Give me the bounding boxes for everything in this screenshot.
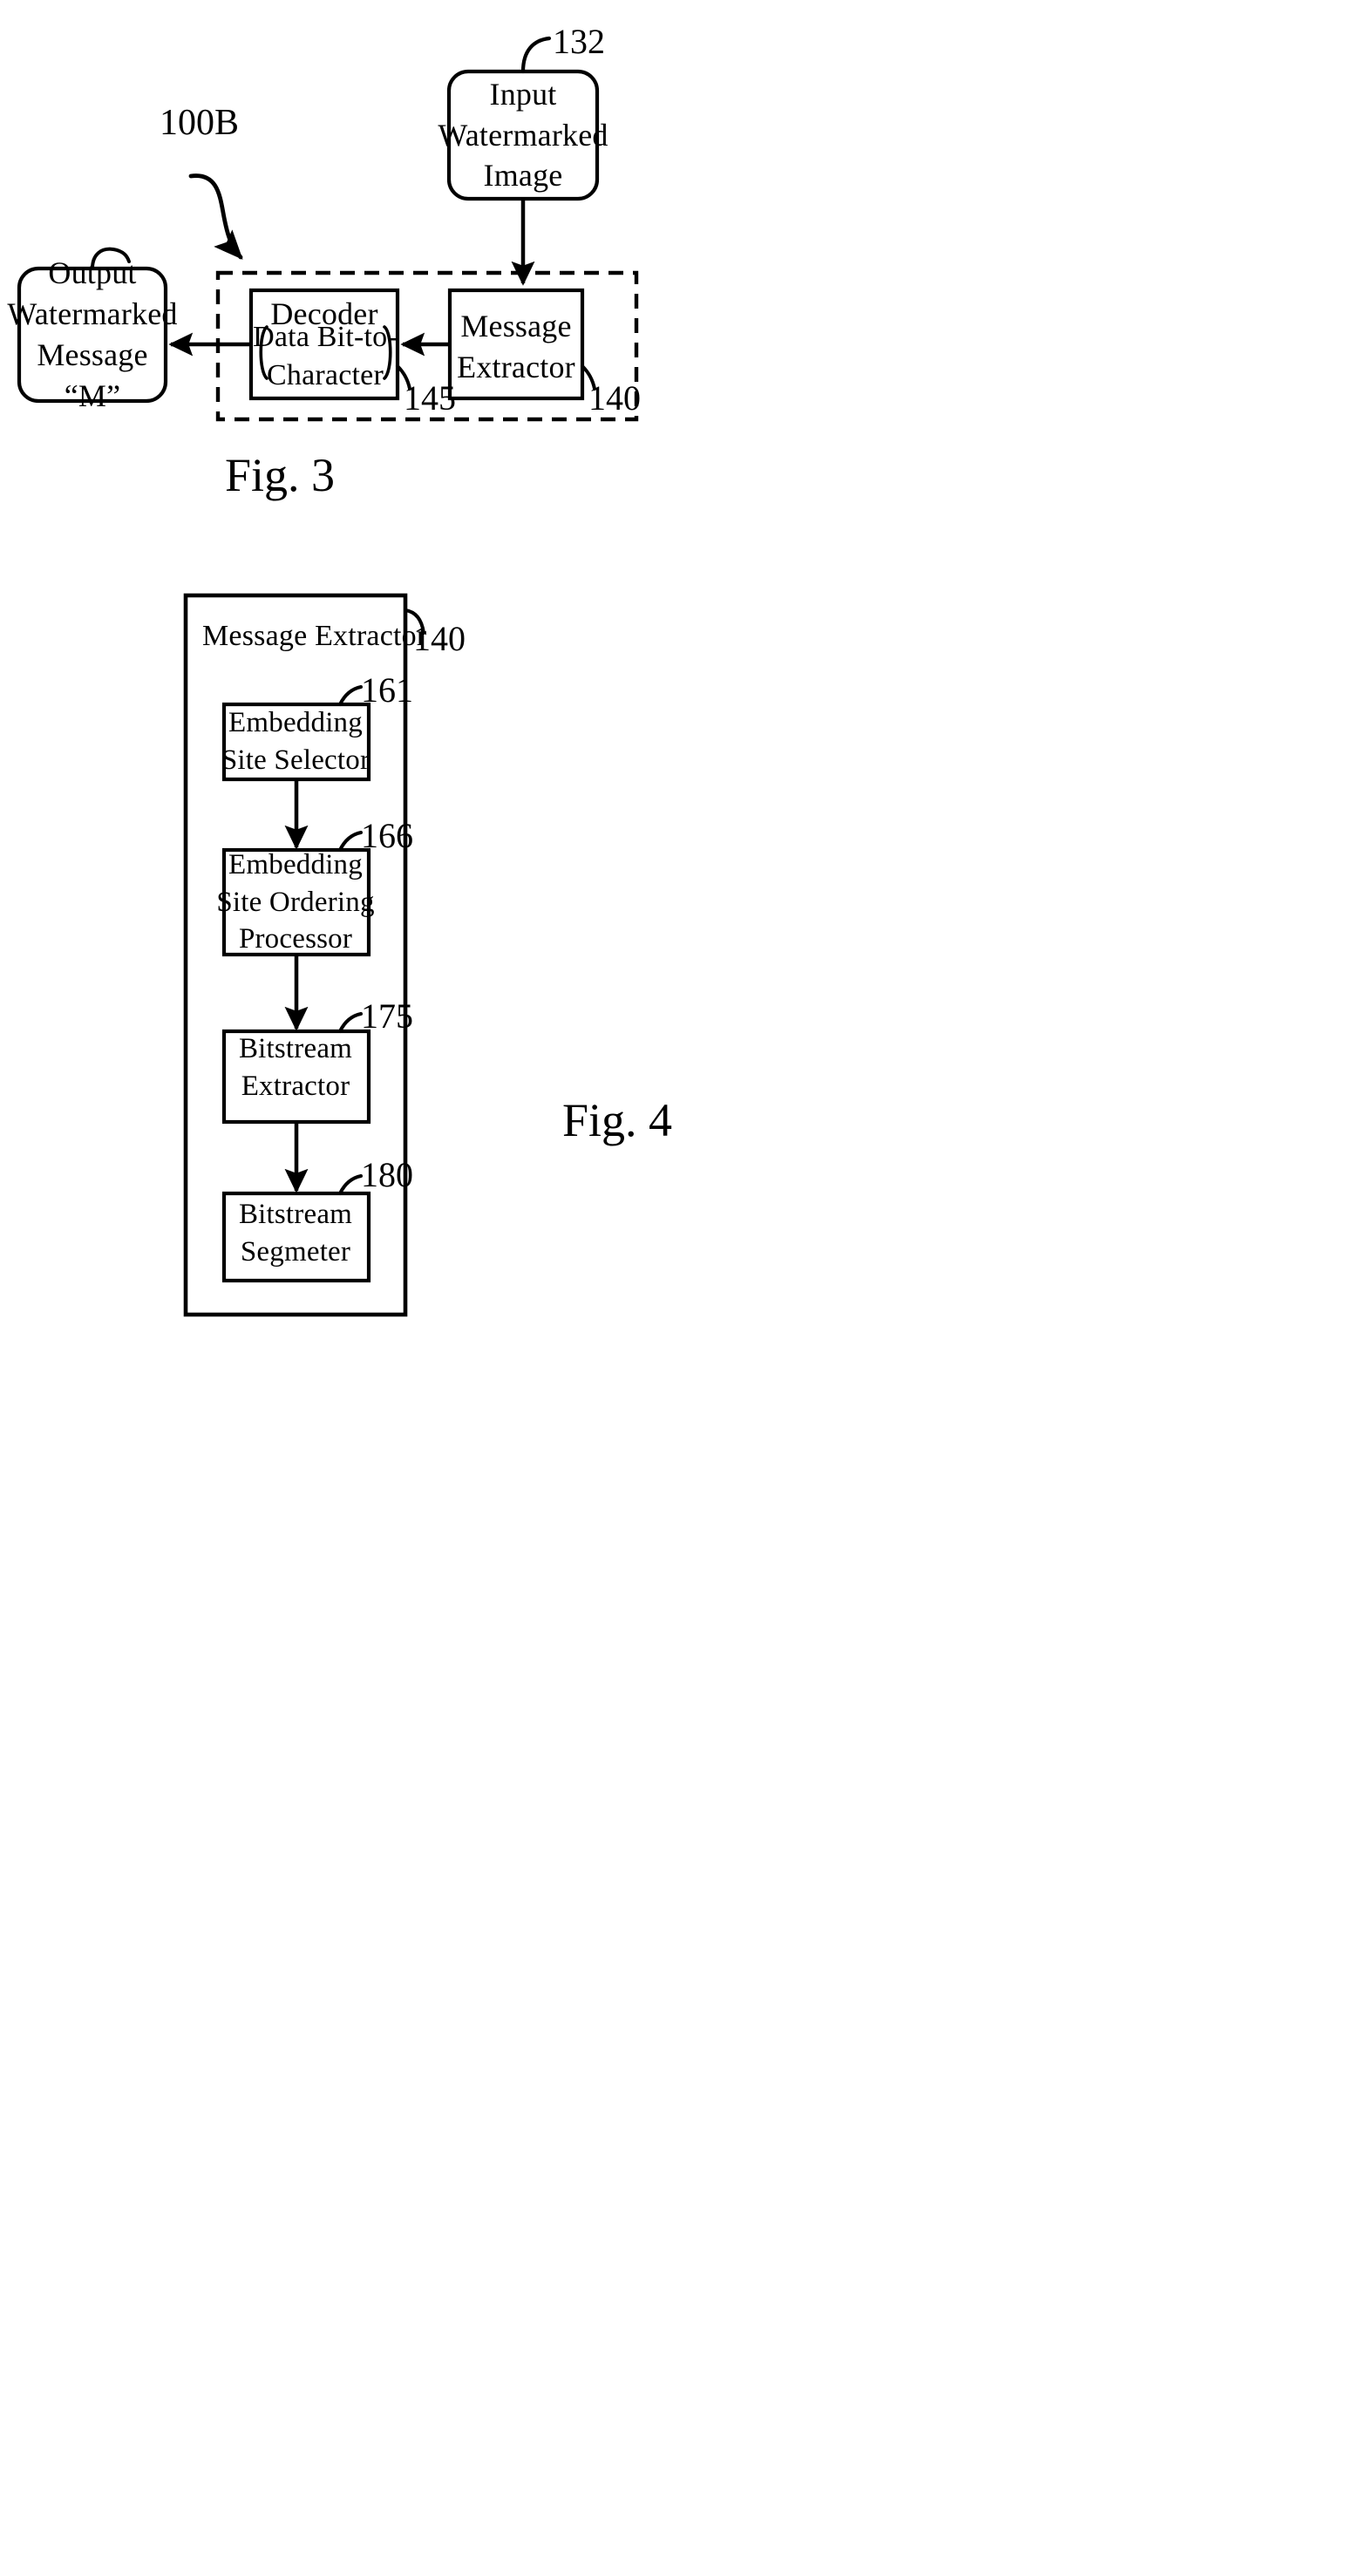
bitstream-segmeter-label: Bitstream Segmeter bbox=[226, 1199, 365, 1268]
block-161-line1: Embedding bbox=[228, 707, 363, 739]
reference-numeral-161: 161 bbox=[361, 670, 413, 710]
bitstream-extractor-label: Bitstream Extractor bbox=[226, 1033, 365, 1102]
reference-numeral-180: 180 bbox=[361, 1155, 413, 1194]
message-extractor-title-fig4: Message Extractor bbox=[202, 617, 426, 652]
decoder-body-line2: Character bbox=[267, 359, 384, 391]
embedding-site-ordering-processor-label: Embedding Site Ordering Processor bbox=[216, 849, 374, 955]
block-175-line1: Bitstream bbox=[238, 1033, 353, 1065]
message-extractor-label-fig3: Message Extractor bbox=[452, 301, 581, 393]
leader-line-161 bbox=[338, 685, 363, 706]
output-box-line4: “M” bbox=[64, 377, 121, 413]
input-watermarked-image-label: Input Watermarked Image bbox=[438, 73, 608, 197]
block-166-line3: Processor bbox=[238, 923, 353, 955]
reference-numeral-140-fig4: 140 bbox=[413, 619, 466, 658]
reference-numeral-140-fig3: 140 bbox=[588, 378, 641, 418]
leader-line-132 bbox=[520, 36, 552, 74]
block-175-line2: Extractor bbox=[241, 1071, 350, 1102]
block-180-line2: Segmeter bbox=[240, 1236, 351, 1268]
block-180-line1: Bitstream bbox=[238, 1199, 353, 1231]
message-extractor-outer-title-text: Message Extractor bbox=[202, 620, 427, 652]
decoder-body-label: Data Bit-to- Character bbox=[253, 321, 398, 391]
input-box-line3: Image bbox=[483, 158, 563, 194]
output-box-line3: Message bbox=[37, 337, 148, 372]
reference-numeral-166: 166 bbox=[361, 816, 413, 855]
system-pointer-arrow-100b bbox=[188, 173, 243, 260]
input-box-line2: Watermarked bbox=[438, 117, 608, 153]
reference-numeral-175: 175 bbox=[361, 996, 413, 1036]
leader-line-180 bbox=[338, 1174, 363, 1195]
block-166-line1: Embedding bbox=[228, 848, 363, 880]
figure-vector-layer bbox=[17, 36, 639, 1317]
message-extractor-line2: Extractor bbox=[457, 350, 575, 384]
reference-numeral-145: 145 bbox=[404, 378, 456, 418]
decoder-body-line1: Data Bit-to- bbox=[253, 320, 398, 353]
patent-drawing-sheet: Input Watermarked Image 132 100B Decoder… bbox=[0, 0, 1346, 2576]
block-166-line2: Site Ordering bbox=[216, 886, 375, 918]
reference-numeral-132: 132 bbox=[553, 22, 605, 61]
output-box-line1: Output bbox=[48, 255, 137, 291]
embedding-site-selector-label: Embedding Site Selector bbox=[221, 707, 370, 776]
block-161-line2: Site Selector bbox=[221, 744, 370, 776]
figure-caption-4: Fig. 4 bbox=[562, 1094, 673, 1146]
system-id-100b: 100B bbox=[160, 103, 240, 143]
message-extractor-line1: Message bbox=[460, 309, 572, 344]
output-box-line2: Watermarked bbox=[7, 296, 178, 332]
output-watermarked-message-label: Output Watermarked Message “M” bbox=[7, 255, 177, 412]
input-box-line1: Input bbox=[489, 76, 557, 112]
leader-line-175 bbox=[338, 1012, 363, 1033]
figure-caption-3: Fig. 3 bbox=[225, 449, 336, 501]
